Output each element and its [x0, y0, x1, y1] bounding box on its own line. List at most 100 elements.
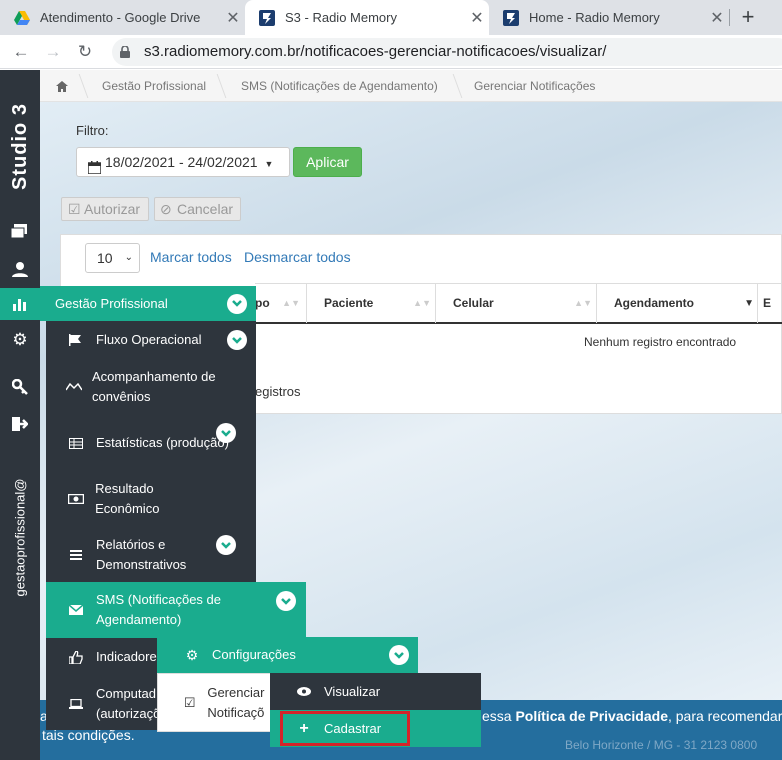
- privacy-policy-link[interactable]: Política de Privacidade: [515, 708, 668, 724]
- menu-item-computadores[interactable]: Computad (autorizaçõ: [66, 684, 166, 724]
- menu-item-label: Indicadores: [96, 649, 164, 664]
- footer-address: Belo Horizonte / MG - 31 2123 0800: [565, 738, 758, 752]
- close-tab-icon[interactable]: ✕: [705, 8, 729, 28]
- submenu-gerenciar-content[interactable]: ☑ Gerenciar Notificaçõ: [180, 683, 275, 723]
- menu-item-relatorios[interactable]: Relatórios e Demonstrativos: [66, 535, 256, 575]
- back-icon[interactable]: ←: [8, 35, 34, 69]
- chevron-down-icon[interactable]: [227, 293, 247, 314]
- gear-icon: ⚙: [185, 647, 199, 663]
- menu-item-estatisticas[interactable]: Estatísticas (produção): [66, 423, 256, 463]
- close-tab-icon[interactable]: ✕: [465, 8, 489, 28]
- flag-icon: [66, 330, 86, 350]
- filter-label: Filtro:: [76, 123, 109, 138]
- user-email: gestaoprofissional@: [12, 478, 28, 596]
- eye-icon: [294, 682, 314, 702]
- tab-title: Atendimento - Google Drive: [40, 10, 201, 25]
- sort-icon: ▲▼: [282, 298, 300, 308]
- menu-item-indicadores[interactable]: Indicadores: [66, 647, 166, 667]
- radio-memory-icon: [259, 9, 275, 26]
- browser-tab-drive[interactable]: Atendimento - Google Drive ✕: [0, 0, 245, 35]
- unmark-all-link[interactable]: Desmarcar todos: [244, 249, 351, 265]
- mark-all-link[interactable]: Marcar todos: [150, 249, 232, 265]
- list-icon: [66, 545, 86, 565]
- chevron-down-icon[interactable]: [216, 423, 236, 443]
- app-logo: Studio 3: [8, 102, 31, 190]
- cancel-button[interactable]: ⊘ Cancelar: [154, 197, 241, 221]
- table-icon: [66, 433, 86, 453]
- breadcrumb-item[interactable]: SMS (Notificações de Agendamento): [241, 70, 438, 102]
- menu-item-label: Acompanhamento de convênios: [92, 369, 216, 404]
- menu-item-label: Gerenciar Notificaçõ: [207, 685, 265, 720]
- menu-item-label: Computad (autorizaçõ: [96, 686, 161, 721]
- user-icon[interactable]: [0, 254, 40, 284]
- handshake-icon: [66, 377, 82, 397]
- column-header[interactable]: E: [758, 284, 782, 323]
- gears-icon[interactable]: ⚙: [0, 325, 40, 355]
- empty-message: Nenhum registro encontrado: [584, 335, 737, 349]
- menu-item-sms-content[interactable]: SMS (Notificações de Agendamento): [66, 590, 296, 630]
- submenu-configuracoes[interactable]: ⚙ Configurações: [157, 637, 418, 673]
- forward-icon[interactable]: →: [40, 35, 66, 69]
- chevron-down-icon[interactable]: [389, 645, 409, 665]
- tab-title: Home - Radio Memory: [529, 10, 660, 25]
- browser-tab-s3[interactable]: S3 - Radio Memory ✕: [245, 0, 489, 35]
- chevron-down-icon: ⌄: [124, 252, 133, 263]
- date-range-picker[interactable]: 18/02/2021 - 24/02/2021 ▼: [76, 147, 290, 177]
- url-input[interactable]: s3.radiomemory.com.br/notificacoes-geren…: [112, 38, 782, 66]
- menu-item-label: Relatórios e Demonstrativos: [96, 537, 187, 572]
- breadcrumb-separator: [439, 74, 463, 98]
- chevron-down-icon[interactable]: [227, 330, 247, 350]
- menu-item-label: Configurações: [212, 647, 296, 662]
- new-tab-button[interactable]: +: [736, 0, 760, 35]
- menu-item-label: Fluxo Operacional: [96, 332, 202, 347]
- column-header[interactable]: Paciente ▲▼: [307, 284, 436, 323]
- check-square-icon: ☑: [68, 201, 81, 217]
- laptop-icon: [66, 694, 86, 714]
- breadcrumb-separator: [203, 74, 227, 98]
- radio-memory-icon: [503, 9, 519, 26]
- menu-item-label: Resultado Econômico: [95, 481, 160, 516]
- google-drive-icon: [14, 10, 30, 26]
- menu-item-label: SMS (Notificações de Agendamento): [96, 592, 221, 627]
- chevron-down-icon[interactable]: [216, 535, 236, 555]
- column-header[interactable]: Agendamento ▼: [597, 284, 758, 323]
- chevron-down-icon[interactable]: [276, 591, 296, 611]
- envelope-icon: [66, 600, 86, 620]
- logout-icon[interactable]: [0, 409, 40, 439]
- breadcrumb-item: Gerenciar Notificações: [474, 79, 596, 93]
- table-header: po ▲▼ Paciente ▲▼ Celular ▲▼ Agendamento ▼ E: [255, 283, 782, 324]
- sort-icon: ▲▼: [413, 298, 431, 308]
- sort-icon: ▲▼: [574, 298, 592, 308]
- menu-item-visualizar[interactable]: Visualizar: [270, 673, 481, 710]
- menu-header-label: Gestão Profissional: [55, 295, 168, 311]
- browser-tab-home[interactable]: Home - Radio Memory ✕: [489, 0, 729, 35]
- breadcrumb: Gestão Profissional SMS (Notificações de…: [40, 70, 782, 102]
- menu-item-resultado[interactable]: Resultado Econômico: [66, 479, 216, 519]
- reload-icon[interactable]: ↻: [72, 35, 98, 69]
- breadcrumb-item[interactable]: Gestão Profissional: [102, 70, 206, 102]
- caret-down-icon: ▼: [264, 159, 274, 169]
- apply-button[interactable]: Aplicar: [293, 147, 362, 177]
- check-square-icon: ☑: [183, 695, 196, 710]
- thumbs-up-icon: [66, 647, 86, 667]
- key-icon[interactable]: [0, 372, 40, 402]
- authorize-button[interactable]: ☑ Autorizar: [61, 197, 149, 221]
- tab-title: S3 - Radio Memory: [285, 10, 397, 25]
- ban-icon: ⊘: [160, 201, 172, 217]
- close-tab-icon[interactable]: ✕: [221, 8, 245, 28]
- menu-item-fluxo[interactable]: Fluxo Operacional: [66, 330, 256, 350]
- folders-icon[interactable]: [0, 217, 40, 247]
- highlight-box: [280, 711, 410, 746]
- sort-desc-icon: ▼: [744, 298, 754, 309]
- lock-icon: [120, 45, 130, 58]
- column-header[interactable]: po ▲▼: [255, 284, 307, 323]
- breadcrumb-separator: [65, 74, 89, 98]
- menu-header-gestao[interactable]: Gestão Profissional: [40, 286, 256, 321]
- page-size-select[interactable]: 10 ⌄: [85, 243, 140, 273]
- chart-icon[interactable]: [0, 289, 40, 319]
- footer-text: essa Política de Privacidade, para recom…: [482, 708, 782, 724]
- menu-item-convenios[interactable]: Acompanhamento de convênios: [66, 367, 216, 407]
- column-header[interactable]: Celular ▲▼: [436, 284, 597, 323]
- records-info: egistros: [255, 384, 301, 399]
- money-icon: [66, 489, 85, 509]
